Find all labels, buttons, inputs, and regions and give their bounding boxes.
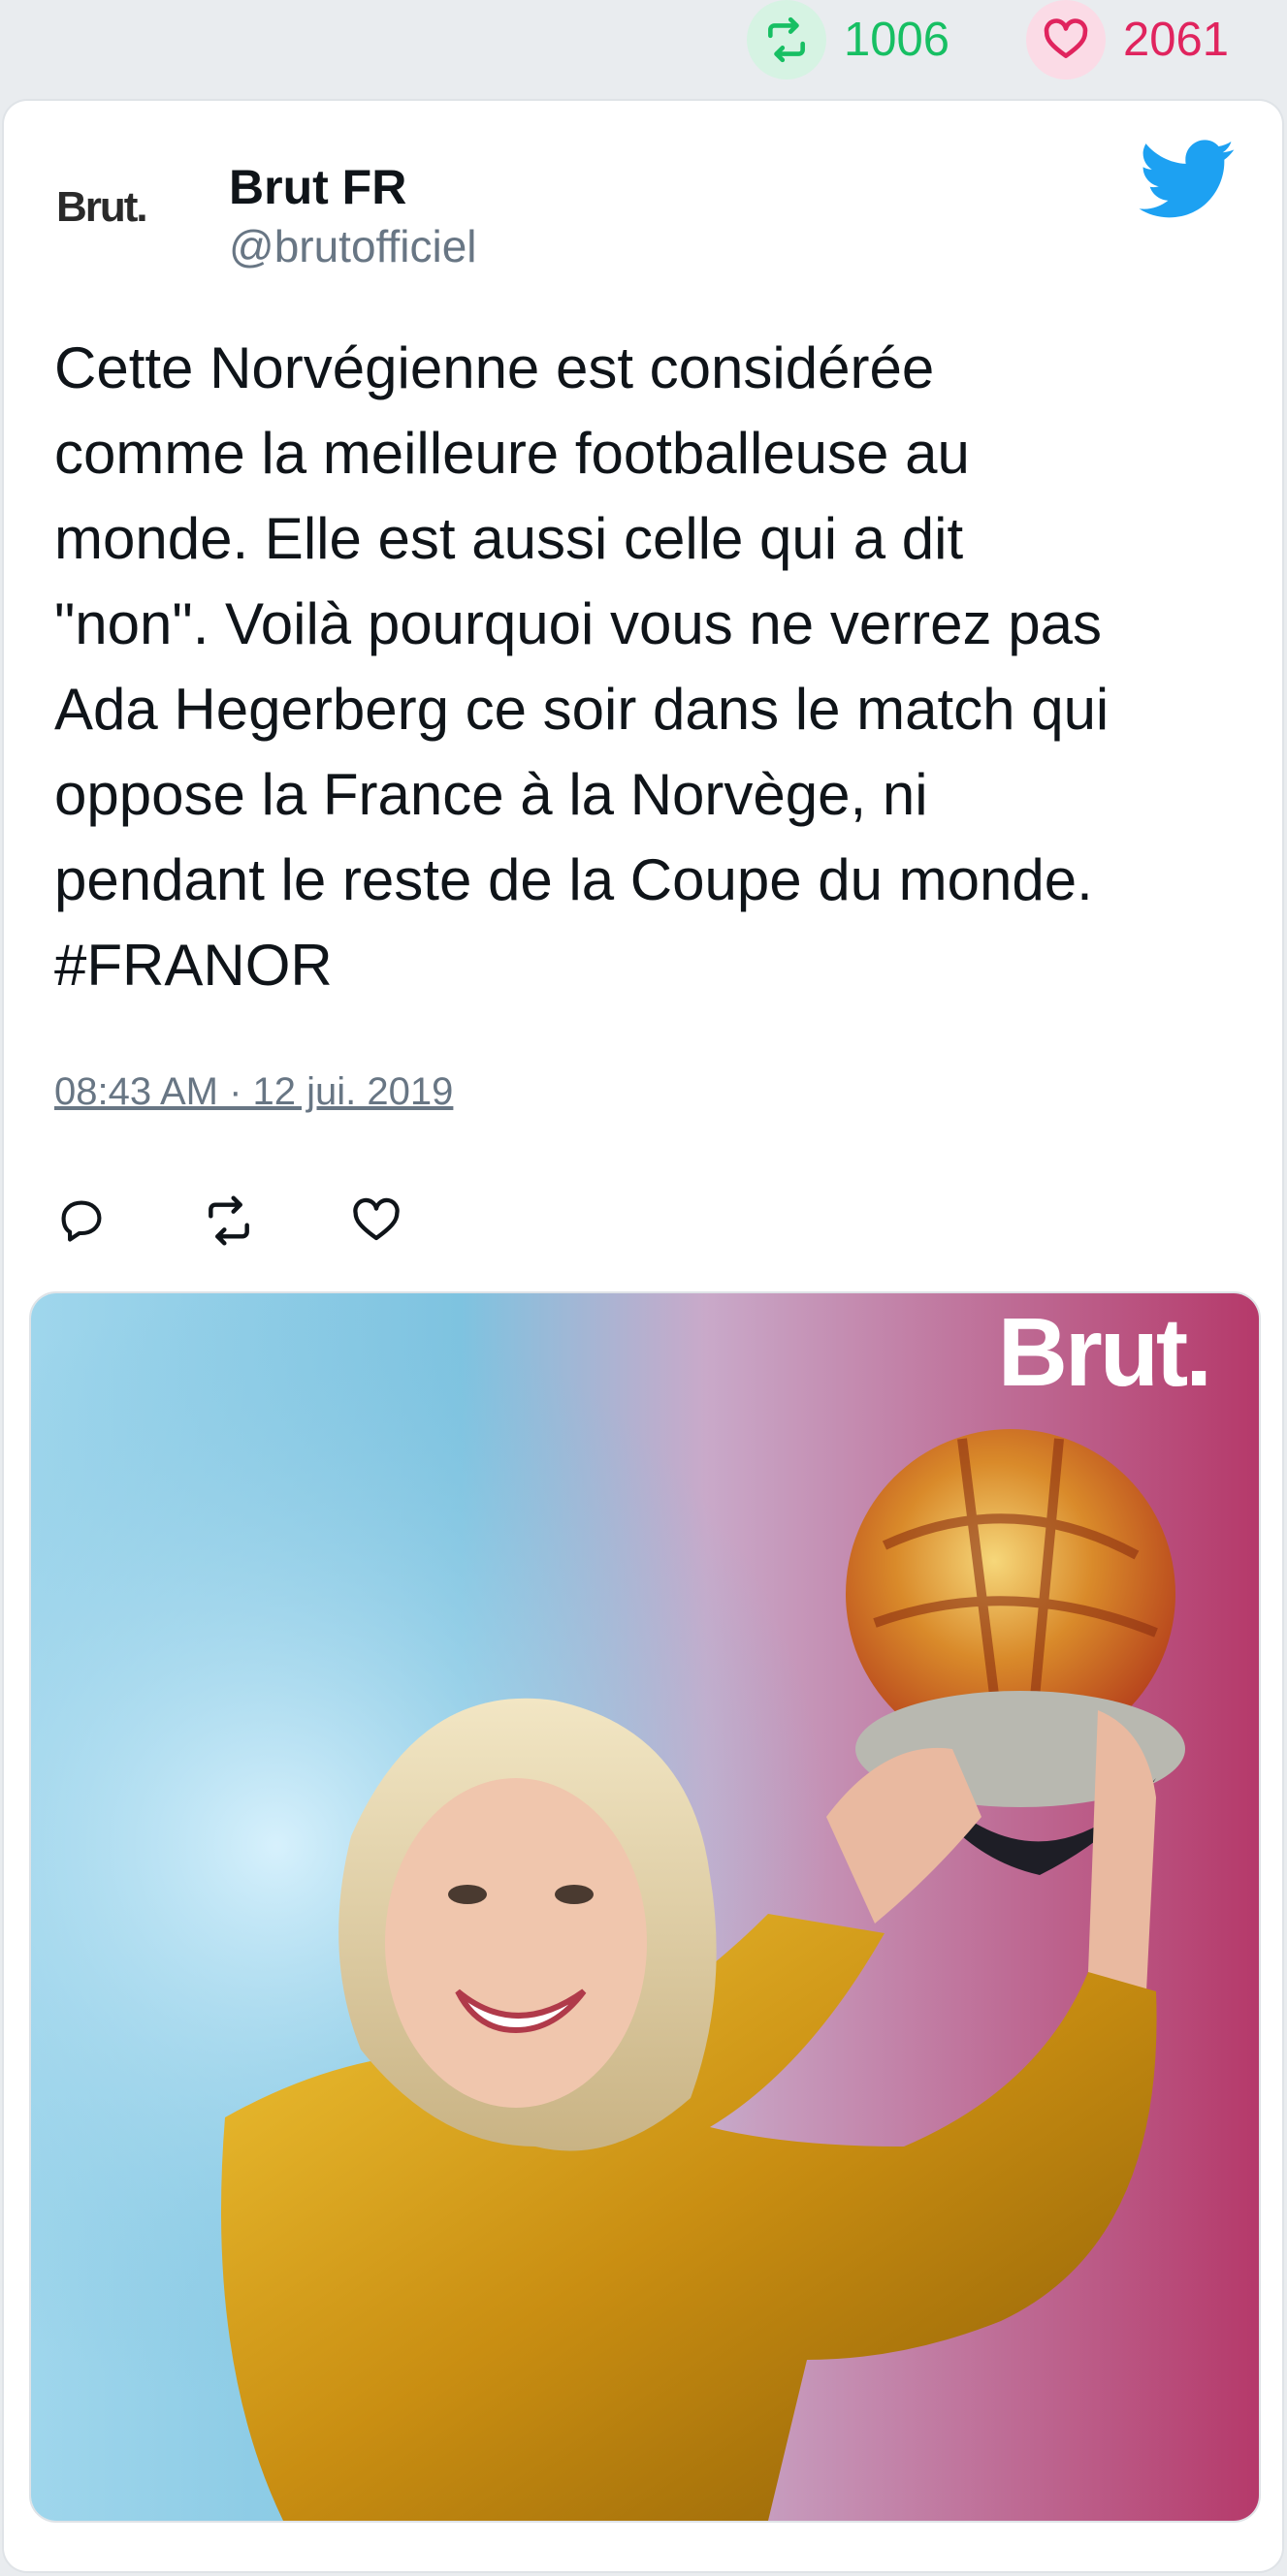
retweet-count: 1006 [844,14,950,66]
retweet-stat[interactable]: 1006 [747,0,949,80]
tweet-card[interactable]: Brut. Brut FR @brutofficiel Cette Norvég… [4,101,1282,2571]
twitter-bird-icon[interactable] [1139,140,1236,237]
avatar-logo-text: Brut. [56,183,148,231]
tweet-timestamp[interactable]: 08:43 AM · 12 jui. 2019 [54,1070,453,1114]
reply-icon[interactable] [54,1193,109,1248]
retweet-icon[interactable] [202,1193,256,1248]
like-stat[interactable]: 2061 [1026,0,1229,80]
engagement-stats: 1006 2061 [0,0,1287,97]
heart-icon [1026,0,1106,80]
author-name[interactable]: Brut FR [229,157,477,217]
tweet-text: Cette Norvégienne est considérée comme l… [54,335,1110,998]
retweet-icon [747,0,826,80]
author-handle[interactable]: @brutofficiel [229,217,477,275]
avatar[interactable]: Brut. [56,149,202,266]
tweet-media-photo[interactable]: Brut. [29,1291,1261,2523]
author-block[interactable]: Brut FR @brutofficiel [229,157,477,275]
like-icon[interactable] [349,1193,403,1248]
tweet-actions [54,1177,497,1264]
photo-illustration: Brut. [31,1293,1259,2521]
like-count: 2061 [1123,14,1230,66]
brut-watermark: Brut. [998,1298,1209,1407]
